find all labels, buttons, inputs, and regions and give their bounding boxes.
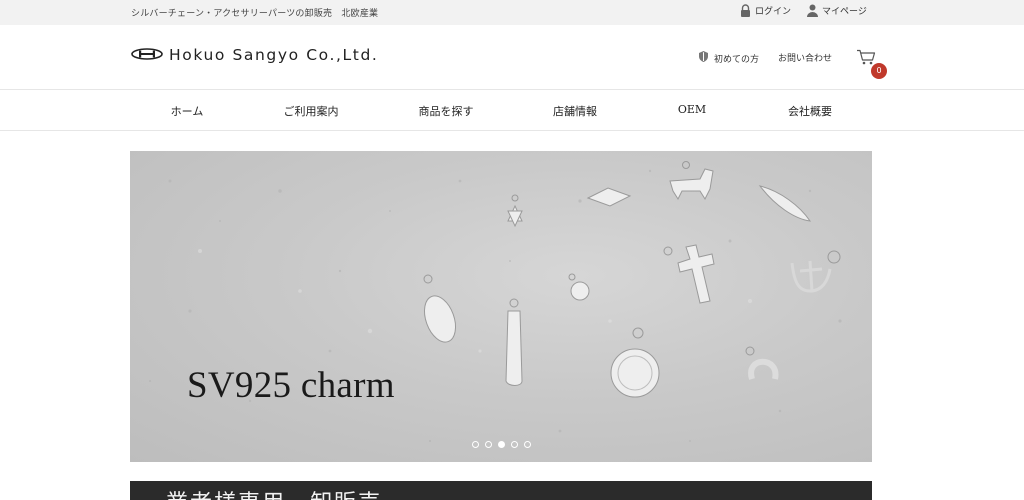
global-nav: ホーム ご利用案内 商品を探す 店舗情報 OEM 会社概要 [0,89,1024,131]
nav-item-home[interactable]: ホーム [171,103,204,119]
logo-mark-icon [131,45,163,64]
contact-link[interactable]: お問い合わせ [778,51,832,64]
site-header: Hokuo Sangyo Co.,Ltd. 初めての方 お問い合わせ 0 [0,25,1024,89]
login-label: ログイン [755,7,792,17]
slide-indicator [472,441,531,448]
mypage-label: マイページ [822,7,867,17]
cart-count-badge: 0 [871,63,887,79]
top-utility-bar: シルバーチェーン・アクセサリーパーツの卸販売 北欧産業 ログイン マイページ [0,0,1024,25]
login-link[interactable]: ログイン [740,4,791,17]
lock-icon [740,4,751,17]
banner-text: 業者様専用 卸販売 [166,485,382,500]
slide-dot-2[interactable] [485,441,492,448]
hero-image [148,161,842,443]
nav-item-oem[interactable]: OEM [678,103,706,116]
user-icon [807,4,818,17]
nav-item-store-info[interactable]: 店舗情報 [553,103,597,119]
cart-button[interactable] [856,49,876,65]
contact-label: お問い合わせ [778,54,833,64]
slide-dot-1[interactable] [472,441,479,448]
nav-item-search-products[interactable]: 商品を探す [419,103,474,119]
nav-item-company[interactable]: 会社概要 [788,103,832,119]
shield-icon [699,51,708,65]
mypage-link[interactable]: マイページ [807,4,867,17]
site-tagline: シルバーチェーン・アクセサリーパーツの卸販売 北欧産業 [131,9,379,19]
beginner-guide-link[interactable]: 初めての方 [699,51,759,65]
slide-dot-3[interactable] [498,441,505,448]
hero-slideshow[interactable]: SV925 charm [130,151,872,462]
beginner-label: 初めての方 [714,54,760,65]
hero-title: SV925 charm [187,365,395,406]
nav-item-guide[interactable]: ご利用案内 [284,103,339,119]
slide-dot-4[interactable] [511,441,518,448]
logo-text: Hokuo Sangyo Co.,Ltd. [169,45,379,64]
wholesale-banner[interactable]: 業者様専用 卸販売 [130,481,872,500]
site-logo[interactable]: Hokuo Sangyo Co.,Ltd. [131,45,378,64]
slide-dot-5[interactable] [524,441,531,448]
